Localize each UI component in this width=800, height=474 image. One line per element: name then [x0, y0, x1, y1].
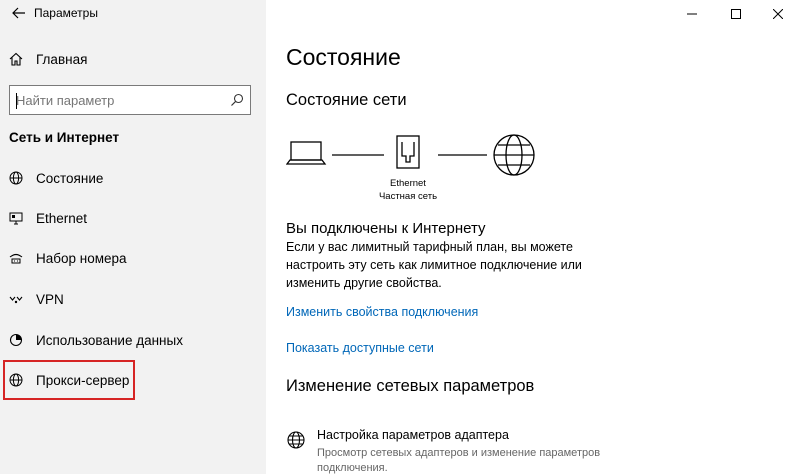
sidebar-item-label: Состояние	[36, 170, 104, 186]
minimize-button[interactable]	[670, 0, 714, 28]
globe-status-icon	[8, 170, 24, 186]
adapter-settings-title: Настройка параметров адаптера	[317, 428, 509, 442]
dialup-icon	[8, 250, 24, 266]
minimize-icon	[687, 13, 697, 15]
sidebar: Параметры Главная Сеть и Интернет	[0, 0, 266, 474]
show-available-networks-link[interactable]: Показать доступные сети	[286, 341, 434, 355]
main-content: Состояние Состояние сети Ethernet Частна…	[266, 0, 800, 474]
adapter-name-label: Ethernet	[390, 178, 426, 189]
page-title: Состояние	[286, 44, 401, 70]
close-button[interactable]	[756, 0, 800, 28]
ethernet-port-icon	[396, 135, 420, 169]
change-settings-heading: Изменение сетевых параметров	[286, 377, 535, 395]
home-icon	[8, 51, 24, 67]
sidebar-item-proxy[interactable]: Прокси-сервер	[3, 360, 135, 400]
sidebar-item-label: Использование данных	[36, 332, 183, 348]
sidebar-item-label: VPN	[36, 291, 64, 307]
titlebar-left: Параметры	[0, 0, 266, 28]
globe-adapter-icon	[286, 430, 306, 450]
connected-description: Если у вас лимитный тарифный план, вы мо…	[286, 240, 582, 290]
search-box[interactable]	[9, 85, 251, 115]
globe-icon	[8, 372, 24, 388]
adapter-settings-item[interactable]: Настройка параметров адаптера Просмотр с…	[286, 428, 686, 474]
data-usage-icon	[8, 332, 24, 348]
sidebar-item-label: Ethernet	[36, 210, 88, 226]
sidebar-item-label: Прокси-сервер	[36, 372, 130, 388]
sidebar-item-home[interactable]: Главная	[0, 45, 266, 73]
search-input[interactable]	[16, 91, 226, 109]
sidebar-item-status[interactable]: Состояние	[0, 163, 266, 193]
internet-globe-icon	[493, 134, 535, 176]
laptop-icon	[286, 141, 327, 165]
window-title: Параметры	[34, 6, 98, 20]
sidebar-item-label: Главная	[36, 51, 88, 67]
connected-heading: Вы подключены к Интернету	[286, 220, 486, 237]
change-connection-properties-link[interactable]: Изменить свойства подключения	[286, 305, 478, 319]
sidebar-item-data-usage[interactable]: Использование данных	[0, 325, 266, 355]
sidebar-item-dialup[interactable]: Набор номера	[0, 243, 266, 273]
search-icon[interactable]	[230, 93, 244, 112]
back-button[interactable]	[8, 2, 30, 24]
adapter-settings-subtitle: Просмотр сетевых адаптеров и изменение п…	[317, 447, 601, 474]
maximize-button[interactable]	[714, 0, 758, 28]
close-icon	[773, 9, 783, 19]
ethernet-monitor-icon	[8, 210, 24, 226]
vpn-icon	[8, 291, 24, 307]
back-arrow-icon	[12, 7, 25, 19]
maximize-icon	[731, 9, 741, 19]
network-type-label: Частная сеть	[378, 191, 438, 202]
sidebar-item-label: Набор номера	[36, 250, 127, 266]
sidebar-item-ethernet[interactable]: Ethernet	[0, 203, 266, 233]
network-status-heading: Состояние сети	[286, 91, 407, 109]
network-diagram: Ethernet Частная сеть	[286, 130, 546, 202]
sidebar-item-vpn[interactable]: VPN	[0, 284, 266, 314]
sidebar-section-title: Сеть и Интернет	[9, 130, 120, 145]
